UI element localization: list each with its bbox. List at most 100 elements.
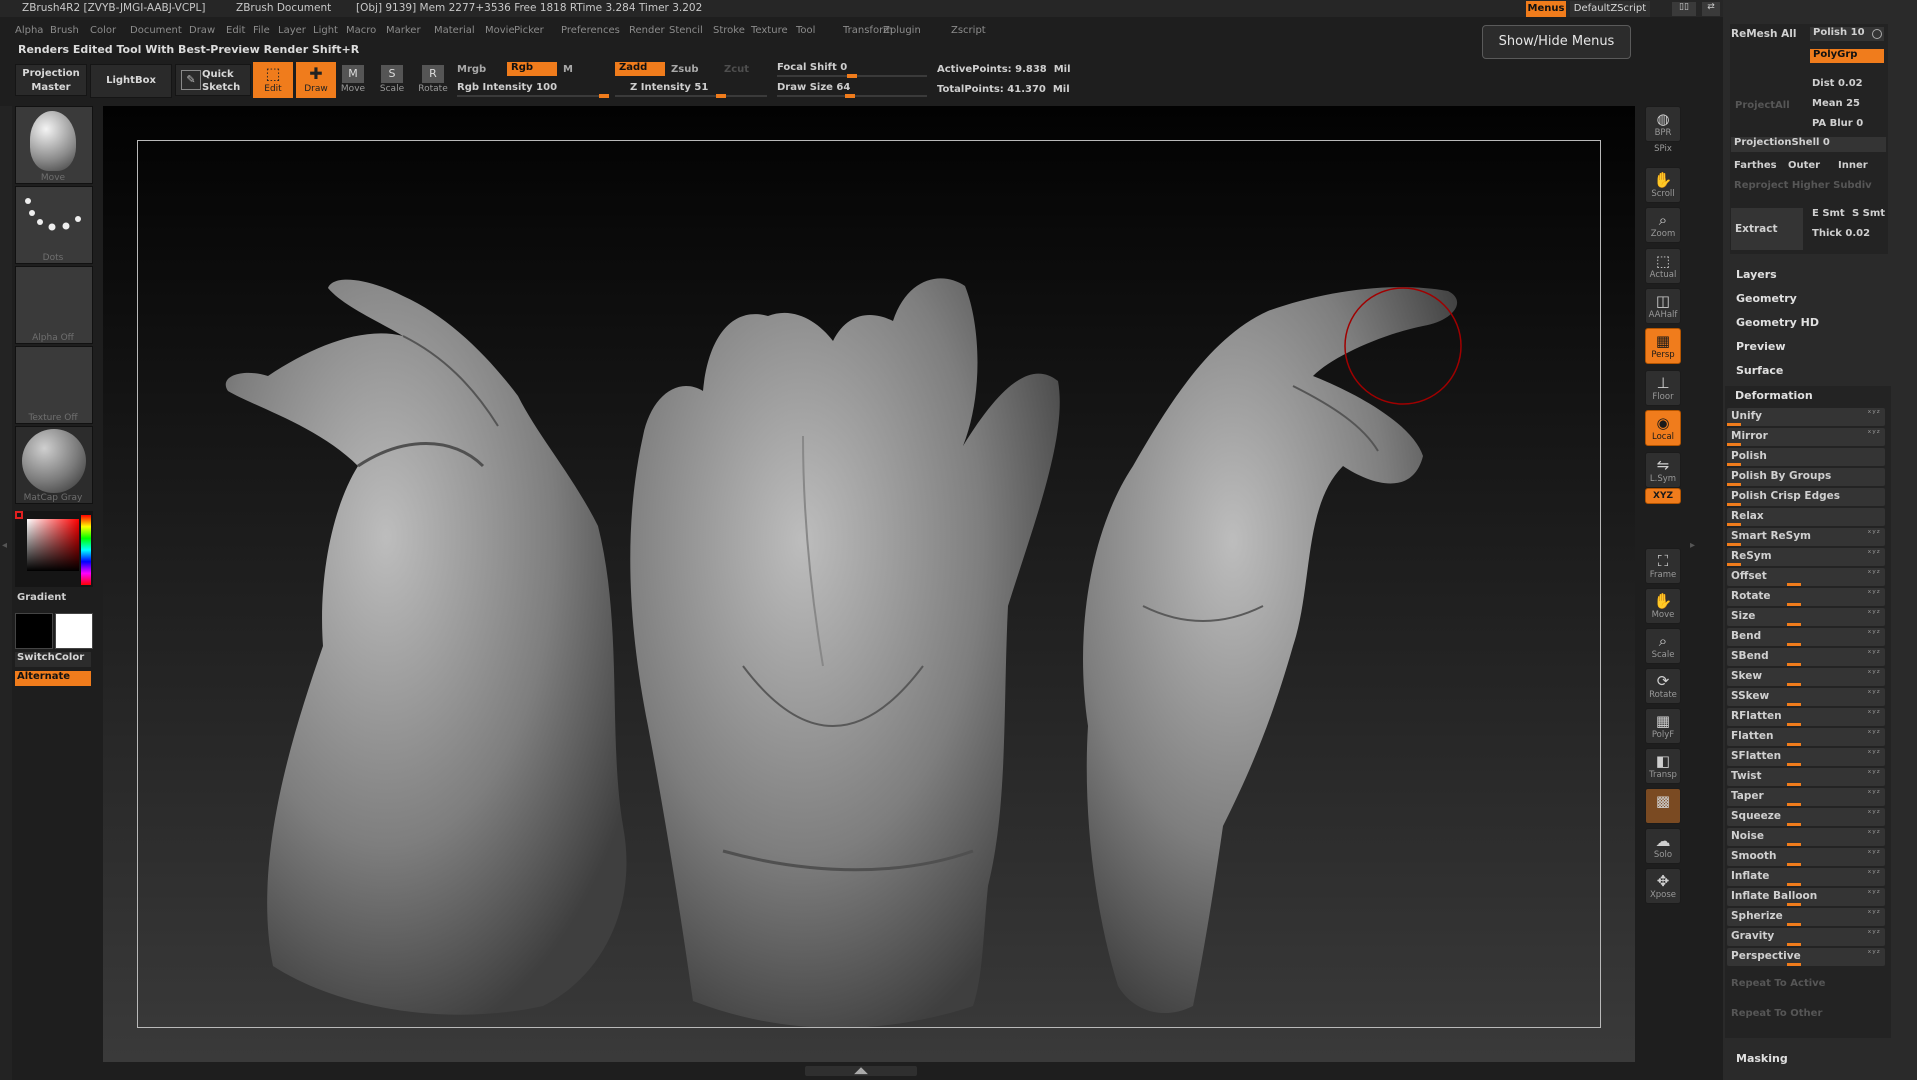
deform-knob[interactable] [1787,823,1801,826]
extract-button[interactable]: Extract [1731,208,1803,250]
deform-smart-resym-slider[interactable]: Smart ReSym ˣʸᶻ [1727,528,1885,546]
menu-stroke[interactable]: Stroke [713,25,745,36]
xyz-axis-icon[interactable]: ˣʸᶻ [1867,749,1881,759]
deformation-title[interactable]: Deformation [1735,389,1813,402]
scale-mode-button[interactable]: S Scale [372,62,412,98]
xyz-axis-icon[interactable]: ˣʸᶻ [1867,789,1881,799]
projection-master-button[interactable]: Projection Master [15,64,87,96]
mean-slider[interactable]: Mean 25 [1812,98,1860,109]
deform-knob[interactable] [1727,563,1741,566]
xyz-axis-icon[interactable]: ˣʸᶻ [1867,609,1881,619]
shelf-local-button[interactable]: ◉ Local [1645,410,1681,446]
deform-rotate-slider[interactable]: Rotate ˣʸᶻ [1727,588,1885,606]
repeat-to-active-button[interactable]: Repeat To Active [1731,978,1825,989]
deform-knob[interactable] [1787,763,1801,766]
menu-light[interactable]: Light [313,25,338,36]
xyz-axis-icon[interactable]: ˣʸᶻ [1867,669,1881,679]
menu-edit[interactable]: Edit [226,25,245,36]
deform-flatten-slider[interactable]: Flatten ˣʸᶻ [1727,728,1885,746]
xyz-axis-icon[interactable]: ˣʸᶻ [1867,409,1881,419]
shelf-lsym-button[interactable]: ⇋ L.Sym [1645,452,1681,488]
menu-alpha[interactable]: Alpha [15,25,43,36]
deform-resym-slider[interactable]: ReSym ˣʸᶻ [1727,548,1885,566]
xyz-axis-icon[interactable]: ˣʸᶻ [1867,769,1881,779]
deform-knob[interactable] [1727,503,1741,506]
menu-document[interactable]: Document [130,25,182,36]
menu-zscript[interactable]: Zscript [951,25,986,36]
deform-size-slider[interactable]: Size ˣʸᶻ [1727,608,1885,626]
menu-render[interactable]: Render [629,25,665,36]
deform-sskew-slider[interactable]: SSkew ˣʸᶻ [1727,688,1885,706]
deform-knob[interactable] [1787,623,1801,626]
xyz-axis-icon[interactable]: ˣʸᶻ [1867,569,1881,579]
menu-macro[interactable]: Macro [346,25,376,36]
project-all-button[interactable]: ProjectAll [1735,100,1790,111]
deform-noise-slider[interactable]: Noise ˣʸᶻ [1727,828,1885,846]
shelf-ghost-button[interactable]: ▩Ghost [1645,788,1681,824]
remesh-all-button[interactable]: ReMesh All [1731,28,1803,50]
shelf-bpr-button[interactable]: ◍ BPR [1645,106,1681,142]
preview-section[interactable]: Preview [1736,340,1786,353]
color-picker[interactable] [15,511,93,587]
masking-section[interactable]: Masking [1736,1052,1788,1065]
deform-rflatten-slider[interactable]: RFlatten ˣʸᶻ [1727,708,1885,726]
xyz-axis-icon[interactable]: ˣʸᶻ [1867,889,1881,899]
menu-file[interactable]: File [253,25,270,36]
bottom-tray-handle-icon[interactable]: ◢◣ [805,1066,917,1076]
move-mode-button[interactable]: M Move [333,62,373,98]
thick-slider[interactable]: Thick 0.02 [1812,228,1870,239]
menu-brush[interactable]: Brush [50,25,79,36]
mrgb-toggle[interactable]: Mrgb [457,64,486,75]
shelf-zoom-button[interactable]: ⌕ Zoom [1645,207,1681,243]
e-smt-slider[interactable]: E Smt [1812,208,1845,219]
deform-perspective-slider[interactable]: Perspective ˣʸᶻ [1727,948,1885,966]
xyz-axis-icon[interactable]: ˣʸᶻ [1867,529,1881,539]
deform-sbend-slider[interactable]: SBend ˣʸᶻ [1727,648,1885,666]
dist-slider[interactable]: Dist 0.02 [1812,78,1863,89]
menu-tool[interactable]: Tool [796,25,815,36]
arrows-icon[interactable]: ⇄ [1702,2,1720,16]
menu-color[interactable]: Color [90,25,116,36]
menu-zplugin[interactable]: Zplugin [883,25,921,36]
hue-strip[interactable] [81,515,91,585]
deform-knob[interactable] [1787,743,1801,746]
deform-bend-slider[interactable]: Bend ˣʸᶻ [1727,628,1885,646]
deform-knob[interactable] [1787,843,1801,846]
menu-preferences[interactable]: Preferences [561,25,620,36]
deform-polish-slider[interactable]: Polish [1727,448,1885,466]
xyz-axis-icon[interactable]: ˣʸᶻ [1867,809,1881,819]
menus-button[interactable]: Menus [1526,1,1566,17]
deform-knob[interactable] [1787,963,1801,966]
gradient-label[interactable]: Gradient [17,592,66,603]
deform-mirror-slider[interactable]: Mirror ˣʸᶻ [1727,428,1885,446]
lightbox-button[interactable]: LightBox [90,64,172,98]
shelf-scale-button[interactable]: ⌕ Scale [1645,628,1681,664]
xyz-axis-icon[interactable]: ˣʸᶻ [1867,849,1881,859]
shelf-scroll-button[interactable]: ✋ Scroll [1645,167,1681,203]
color-square[interactable] [27,519,79,571]
projection-shell-slider[interactable]: ProjectionShell 0 [1731,137,1886,152]
rotate-mode-button[interactable]: R Rotate [413,62,453,98]
deform-knob[interactable] [1727,523,1741,526]
menu-material[interactable]: Material [434,25,475,36]
rgb-intensity-slider[interactable]: Rgb Intensity 100 [457,82,557,93]
shelf-rotate-button[interactable]: ⟳ Rotate [1645,668,1681,704]
xyz-axis-icon[interactable]: ˣʸᶻ [1867,709,1881,719]
shelf-floor-button[interactable]: ⊥ Floor [1645,370,1681,406]
default-zscript-button[interactable]: DefaultZScript [1570,1,1650,17]
deform-knob[interactable] [1787,903,1801,906]
menu-marker[interactable]: Marker [386,25,421,36]
deform-knob[interactable] [1787,863,1801,866]
polygrp-toggle[interactable]: PolyGrp [1810,49,1884,63]
deform-inflate-slider[interactable]: Inflate ˣʸᶻ [1727,868,1885,886]
xyz-axis-icon[interactable]: ˣʸᶻ [1867,929,1881,939]
deform-knob[interactable] [1787,703,1801,706]
alternate-button[interactable]: Alternate [15,671,91,686]
s-smt-slider[interactable]: S Smt [1852,208,1885,219]
deform-inflate-balloon-slider[interactable]: Inflate Balloon ˣʸᶻ [1727,888,1885,906]
menu-movie[interactable]: Movie [485,25,515,36]
deform-knob[interactable] [1787,603,1801,606]
deform-smooth-slider[interactable]: Smooth ˣʸᶻ [1727,848,1885,866]
shelf-spix-button[interactable]: SPix [1645,144,1681,158]
polish-toggle-icon[interactable] [1872,29,1882,39]
